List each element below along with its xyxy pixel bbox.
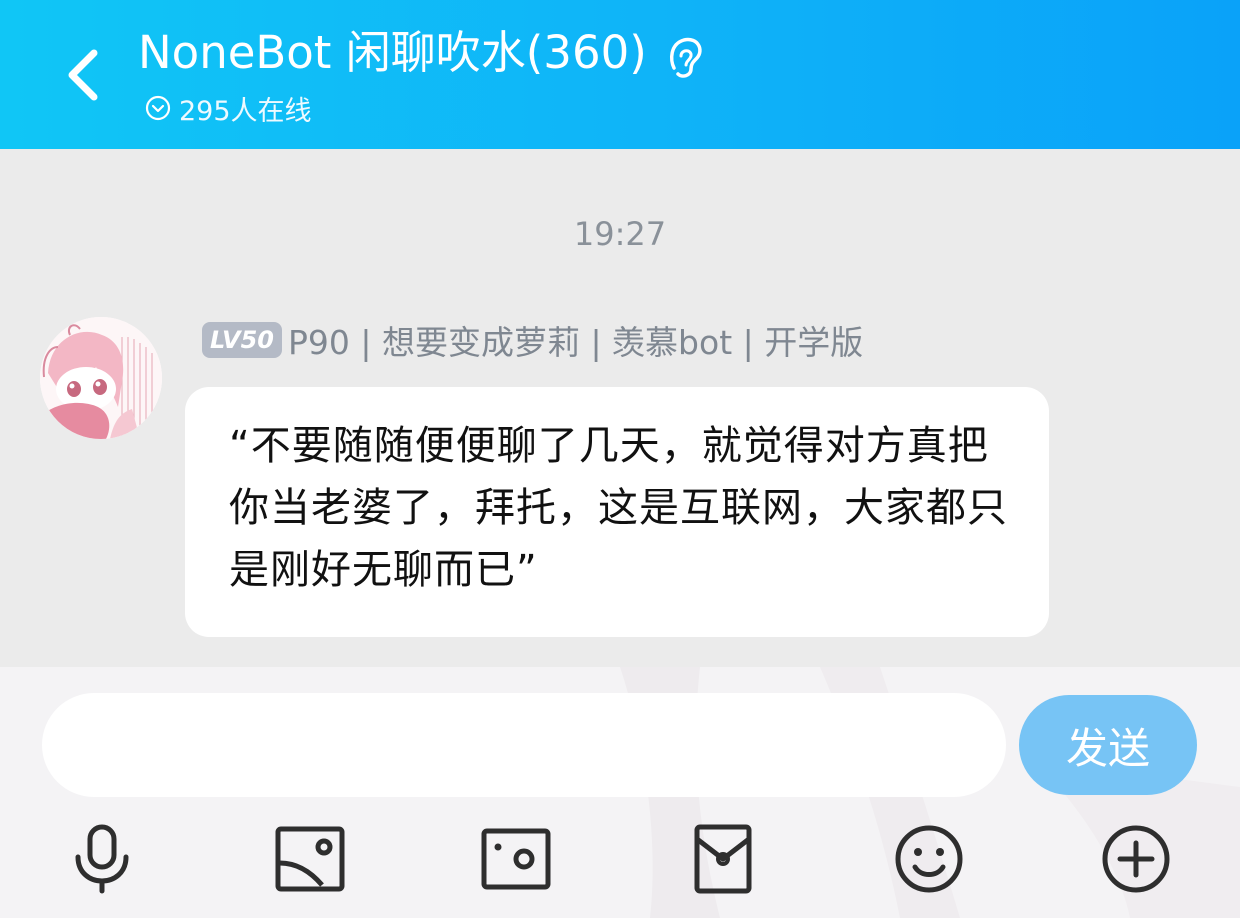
voice-button[interactable] — [62, 819, 142, 899]
sender-name[interactable]: P90 | 想要变成萝莉 | 羡慕bot | 开学版 — [288, 316, 863, 364]
sender-line: LV50 P90 | 想要变成萝莉 | 羡慕bot | 开学版 — [202, 316, 863, 364]
chevron-left-icon — [68, 49, 98, 101]
input-bar: 发送 — [0, 667, 1240, 918]
camera-icon — [481, 828, 551, 890]
anime-girl-avatar-icon — [40, 317, 162, 439]
level-badge: LV50 — [202, 322, 282, 358]
microphone-icon — [75, 824, 129, 894]
chat-header: NoneBot 闲聊吹水(360) 295人在线 — [0, 0, 1240, 149]
avatar[interactable] — [40, 317, 162, 439]
emoji-icon — [895, 825, 963, 893]
plus-icon — [1102, 825, 1170, 893]
image-icon — [275, 826, 345, 892]
message-bubble[interactable]: “不要随随便便聊了几天，就觉得对方真把你当老婆了，拜托，这是互联网，大家都只是刚… — [185, 387, 1049, 637]
message-timestamp: 19:27 — [573, 215, 667, 253]
ear-icon[interactable] — [664, 34, 706, 80]
camera-button[interactable] — [476, 819, 556, 899]
message-text: “不要随随便便聊了几天，就觉得对方真把你当老婆了，拜托，这是互联网，大家都只是刚… — [229, 423, 1008, 593]
group-title[interactable]: NoneBot 闲聊吹水(360) — [138, 22, 647, 84]
back-button[interactable] — [60, 45, 110, 105]
emoji-button[interactable] — [889, 819, 969, 899]
red-packet-icon — [694, 824, 752, 894]
chevron-circle-icon — [145, 95, 171, 121]
message-input[interactable] — [42, 693, 1006, 797]
send-button[interactable]: 发送 — [1019, 695, 1197, 795]
message-list[interactable]: 19:27 LV50 P90 | 想要变成萝莉 | 羡慕bot | 开学版 “不… — [0, 149, 1240, 667]
image-button[interactable] — [270, 819, 350, 899]
more-button[interactable] — [1096, 819, 1176, 899]
online-count: 295人在线 — [179, 95, 312, 127]
online-status[interactable]: 295人在线 — [145, 88, 312, 128]
red-packet-button[interactable] — [683, 819, 763, 899]
